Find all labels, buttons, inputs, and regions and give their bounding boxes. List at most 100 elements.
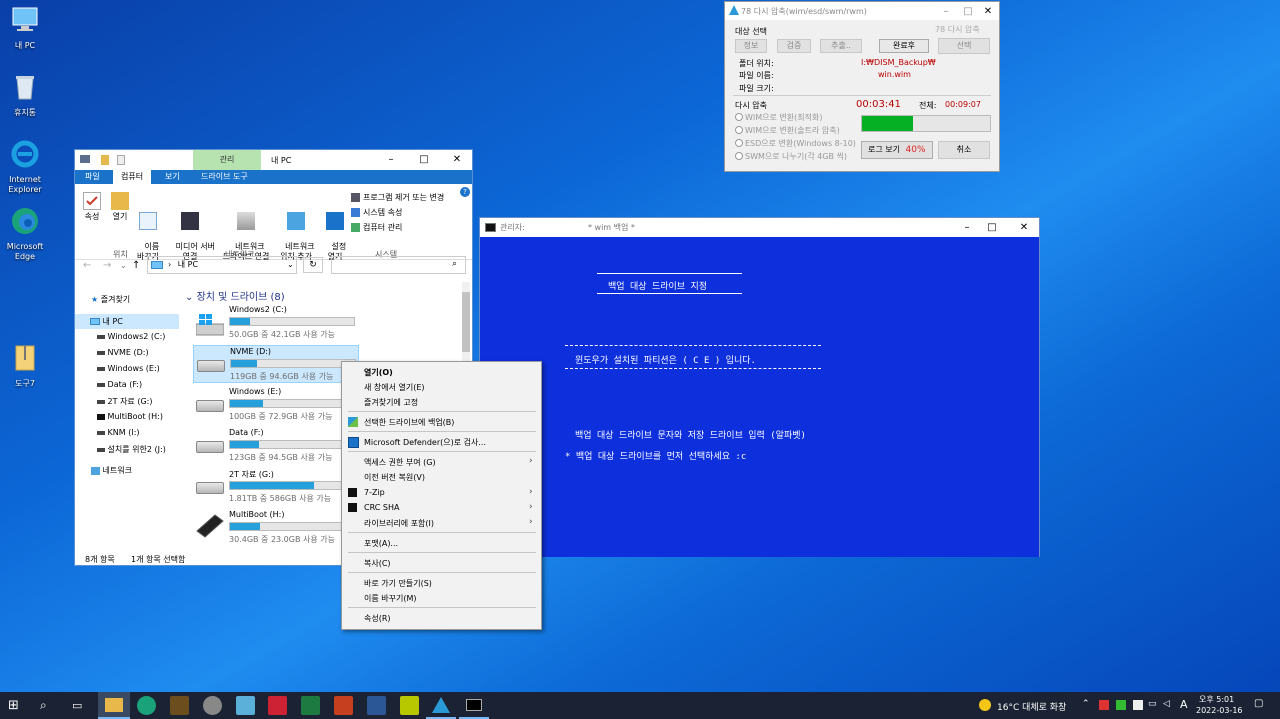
help-icon[interactable]: ? [460, 187, 470, 197]
menu-item-open[interactable]: 열기(O) [364, 367, 393, 378]
drive-tile-selected[interactable]: NVME (D:) 119GB 중 94.6GB 사용 가능 [193, 345, 359, 383]
nav-drive[interactable]: MultiBoot (H:) [97, 412, 163, 421]
address-bar[interactable]: › 내 PC ⌄ [147, 256, 297, 274]
menu-item-rename[interactable]: 이름 바꾸기(M) [364, 593, 417, 604]
drive-tile[interactable]: 2T 자료 (G:) 1.81TB 중 586GB 사용 가능 [193, 468, 359, 506]
clock-time[interactable]: 오후 5:01 [1199, 694, 1234, 705]
taskbar-explorer[interactable] [98, 692, 130, 719]
menu-item-backup[interactable]: 선택한 드라이브에 백업(B) [364, 417, 454, 428]
new-folder-icon[interactable] [117, 155, 125, 165]
tray-up-icon[interactable]: ⌃ [1082, 699, 1090, 709]
minimize-button[interactable]: – [956, 218, 978, 238]
tray-icon[interactable] [1116, 700, 1126, 710]
menu-item-defender-scan[interactable]: Microsoft Defender(으)로 검사... [364, 437, 486, 448]
powerpoint-icon[interactable] [334, 696, 353, 715]
app-icon[interactable] [268, 696, 287, 715]
desktop-icon-ie[interactable]: Internet Explorer [0, 139, 50, 195]
open-button[interactable]: 열기 [108, 192, 132, 222]
menu-item-format[interactable]: 포맷(A)... [364, 538, 398, 549]
uninstall-button[interactable]: 프로그램 제거 또는 변경 [351, 192, 444, 203]
extract-button[interactable]: 추출.. [820, 39, 862, 53]
cancel-button[interactable]: 취소 [938, 141, 990, 159]
app-icon[interactable] [236, 696, 255, 715]
tab-view[interactable]: 보기 [157, 170, 188, 184]
nav-drive[interactable]: KNM (I:) [97, 428, 140, 437]
minimize-button[interactable]: – [380, 150, 402, 170]
chevron-down-icon[interactable]: ⌄ [120, 261, 127, 270]
radio-opt-1[interactable] [735, 113, 743, 121]
radio-opt-3[interactable] [735, 139, 743, 147]
volume-icon[interactable]: ◁ [1163, 699, 1170, 709]
app-icon[interactable] [170, 696, 189, 715]
desktop-icon-tools7[interactable]: 도구7 [0, 343, 50, 389]
desktop-icon-thispc[interactable]: 내 PC [0, 5, 50, 51]
clock-date[interactable]: 2022-03-16 [1196, 706, 1243, 715]
app-icon[interactable] [400, 696, 419, 715]
manage-context-tab[interactable]: 관리 [193, 150, 261, 170]
desktop-icon-edge[interactable]: Microsoft Edge [0, 206, 50, 262]
excel-icon[interactable] [301, 696, 320, 715]
app-icon[interactable] [203, 696, 222, 715]
tab-file[interactable]: 파일 [77, 170, 108, 184]
up-icon[interactable]: ↑ [132, 260, 140, 271]
properties-icon[interactable] [101, 155, 109, 165]
computer-management-button[interactable]: 컴퓨터 관리 [351, 222, 402, 233]
menu-item-give-access[interactable]: 액세스 권한 부여 (G) [364, 457, 436, 468]
drive-tile[interactable]: MultiBoot (H:) 30.4GB 중 23.0GB 사용 가능 [193, 509, 359, 547]
weather-text[interactable]: 16°C 대체로 화창 [997, 700, 1066, 713]
nav-network[interactable]: 네트워크 [91, 465, 132, 476]
menu-item-pin-quick-access[interactable]: 즐겨찾기에 고정 [364, 397, 418, 408]
taskbar-wim-tool[interactable] [426, 692, 456, 719]
log-button[interactable]: 로그 보기 40% [861, 141, 933, 159]
menu-item-create-shortcut[interactable]: 바로 가기 만들기(S) [364, 578, 432, 589]
network-icon[interactable]: ▭ [1148, 699, 1157, 709]
menu-item-include-library[interactable]: 라이브러리에 포함(I) [364, 518, 434, 529]
minimize-button[interactable]: – [935, 2, 957, 22]
radio-opt-4[interactable] [735, 152, 743, 160]
drive-tile[interactable]: Windows2 (C:) 50.0GB 중 42.1GB 사용 가능 [193, 304, 359, 342]
verify-button[interactable]: 검증 [777, 39, 811, 53]
close-button[interactable]: ✕ [977, 2, 999, 22]
chevron-down-icon[interactable]: ⌄ [287, 257, 294, 273]
ime-indicator[interactable]: A [1180, 698, 1188, 711]
drive-tile[interactable]: Windows (E:) 100GB 중 72.9GB 사용 가능 [193, 386, 359, 424]
menu-item-crc-sha[interactable]: CRC SHA [364, 503, 399, 512]
nav-drive[interactable]: 2T 자료 (G:) [97, 396, 152, 407]
search-input[interactable]: ⌕ [331, 256, 466, 274]
tray-icon[interactable] [1099, 700, 1109, 710]
menu-item-7zip[interactable]: 7-Zip [364, 488, 385, 497]
nav-quick-access[interactable]: ★ 즐겨찾기 [91, 294, 130, 305]
info-button[interactable]: 정보 [735, 39, 767, 53]
tab-computer[interactable]: 컴퓨터 [113, 170, 152, 184]
nav-drive[interactable]: Data (F:) [97, 380, 142, 389]
notification-icon[interactable]: ▢ [1254, 698, 1263, 709]
nav-drive[interactable]: Windows (E:) [97, 364, 160, 373]
word-icon[interactable] [367, 696, 386, 715]
close-button[interactable]: ✕ [1013, 218, 1035, 238]
properties-button[interactable]: 속성 [80, 192, 104, 222]
maximize-button[interactable]: □ [957, 2, 979, 22]
console-body[interactable]: 백업 대상 드라이브 지정 윈도우가 설치된 파티션은 ( C E ) 입니다.… [480, 237, 1039, 557]
system-properties-button[interactable]: 시스템 속성 [351, 207, 402, 218]
taskbar-console[interactable] [459, 692, 489, 719]
select-button[interactable]: 선택 [938, 38, 990, 54]
back-icon[interactable]: ← [83, 260, 91, 271]
menu-item-restore-versions[interactable]: 이전 버전 복원(V) [364, 472, 425, 483]
section-header[interactable]: ⌄ 장치 및 드라이브 (8) [185, 288, 285, 303]
nav-drive[interactable]: 설치를 위한2 (J:) [97, 444, 166, 455]
refresh-button[interactable]: ↻ [303, 257, 323, 273]
menu-item-copy[interactable]: 복사(C) [364, 558, 391, 569]
desktop-icon-recyclebin[interactable]: 휴지통 [0, 72, 50, 118]
start-button[interactable]: ⊞ [8, 696, 27, 715]
nav-drive[interactable]: Windows2 (C:) [97, 332, 165, 341]
after-complete-button[interactable]: 완료후 [879, 39, 929, 53]
task-view-icon[interactable]: ▭ [72, 696, 91, 715]
menu-item-open-new-window[interactable]: 새 창에서 열기(E) [364, 382, 425, 393]
nav-thispc[interactable]: 내 PC [75, 314, 179, 329]
tray-icon[interactable] [1133, 700, 1143, 710]
edge-icon[interactable] [137, 696, 156, 715]
menu-item-properties[interactable]: 속성(R) [364, 613, 391, 624]
close-button[interactable]: ✕ [446, 150, 468, 170]
nav-drive[interactable]: NVME (D:) [97, 348, 149, 357]
maximize-button[interactable]: □ [413, 150, 435, 170]
